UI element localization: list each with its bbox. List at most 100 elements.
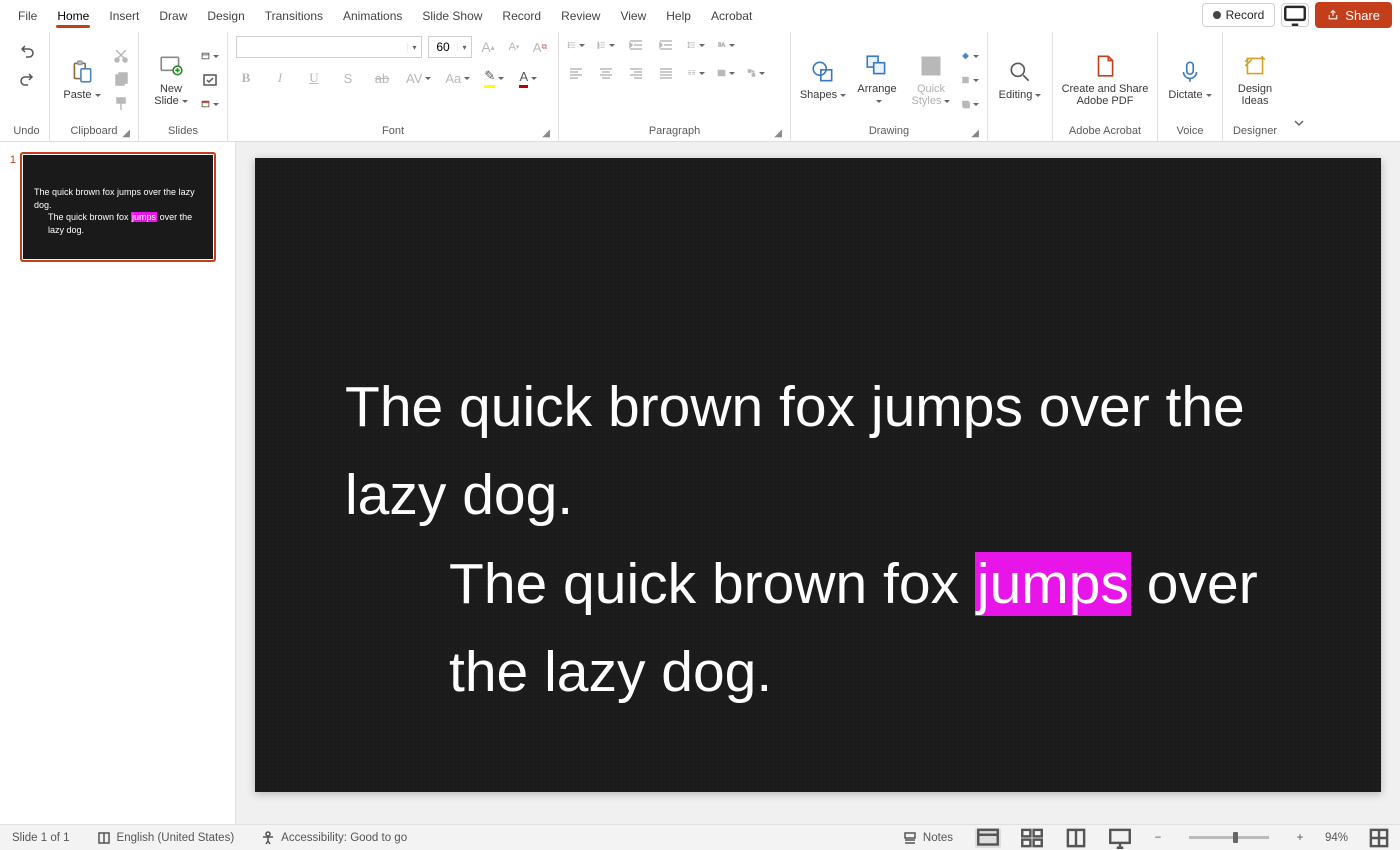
- create-share-pdf-button[interactable]: Create and Share Adobe PDF: [1061, 52, 1149, 107]
- tab-view[interactable]: View: [610, 3, 656, 27]
- reset-slide-button[interactable]: [201, 71, 219, 89]
- drawing-launcher-icon[interactable]: ◢: [971, 128, 979, 139]
- tab-file[interactable]: File: [8, 3, 47, 27]
- slide-text-box[interactable]: The quick brown fox jumps over the lazy …: [345, 363, 1321, 716]
- arrange-button[interactable]: Arrange: [853, 52, 901, 107]
- increase-font-button[interactable]: A▴: [478, 37, 498, 57]
- adobe-label: Create and Share Adobe PDF: [1062, 83, 1149, 107]
- layout-button[interactable]: [201, 47, 219, 65]
- increase-indent-button[interactable]: [657, 36, 675, 54]
- paste-button[interactable]: Paste: [58, 58, 106, 101]
- present-mode-button[interactable]: [1281, 3, 1309, 27]
- slide-thumbnail-1[interactable]: 1 The quick brown fox jumps over the laz…: [6, 152, 229, 262]
- chevron-down-icon: [1293, 117, 1305, 129]
- zoom-out-button[interactable]: −: [1151, 832, 1165, 844]
- font-size-input[interactable]: [429, 37, 457, 57]
- align-left-button[interactable]: [567, 64, 585, 82]
- tab-help[interactable]: Help: [656, 3, 701, 27]
- tab-transitions[interactable]: Transitions: [255, 3, 333, 27]
- record-button[interactable]: Record: [1202, 3, 1276, 27]
- tab-home[interactable]: Home: [47, 3, 99, 27]
- shapes-button[interactable]: Shapes: [799, 58, 847, 101]
- status-accessibility[interactable]: Accessibility: Good to go: [256, 828, 411, 848]
- align-text-button[interactable]: [717, 64, 735, 82]
- share-button[interactable]: Share: [1315, 2, 1392, 28]
- zoom-in-button[interactable]: +: [1293, 832, 1307, 844]
- change-case-button[interactable]: Aa: [445, 68, 470, 88]
- tab-acrobat[interactable]: Acrobat: [701, 3, 762, 27]
- clear-formatting-button[interactable]: A⧉: [530, 37, 550, 57]
- font-name-input[interactable]: [237, 37, 407, 57]
- highlight-color-button[interactable]: ✎: [484, 68, 504, 88]
- thumbnail-preview[interactable]: The quick brown fox jumps over the lazy …: [20, 152, 216, 262]
- line-spacing-button[interactable]: [687, 36, 705, 54]
- columns-button[interactable]: [687, 64, 705, 82]
- editing-button[interactable]: Editing: [996, 58, 1044, 101]
- section-button[interactable]: [201, 95, 219, 113]
- bullets-button[interactable]: [567, 36, 585, 54]
- tab-review[interactable]: Review: [551, 3, 610, 27]
- quick-styles-button[interactable]: Quick Styles: [907, 52, 955, 107]
- quick-styles-label: Quick Styles: [912, 83, 951, 107]
- tab-insert[interactable]: Insert: [99, 3, 149, 27]
- reading-view-button[interactable]: [1063, 828, 1089, 848]
- fit-to-window-button[interactable]: [1366, 828, 1392, 848]
- tab-slideshow[interactable]: Slide Show: [412, 3, 492, 27]
- shape-effects-button[interactable]: [961, 95, 979, 113]
- clipboard-launcher-icon[interactable]: ◢: [122, 128, 130, 139]
- text-direction-button[interactable]: IIA: [717, 36, 735, 54]
- redo-button[interactable]: [18, 70, 36, 88]
- slide-sorter-view-button[interactable]: [1019, 828, 1045, 848]
- dictate-button[interactable]: Dictate: [1166, 58, 1214, 101]
- tab-draw[interactable]: Draw: [149, 3, 197, 27]
- shadow-button[interactable]: S: [338, 68, 358, 88]
- copy-button[interactable]: [112, 71, 130, 89]
- smartart-button[interactable]: [747, 64, 765, 82]
- bold-button[interactable]: B: [236, 68, 256, 88]
- numbering-button[interactable]: 123: [597, 36, 615, 54]
- new-slide-label: New Slide: [154, 83, 187, 107]
- zoom-slider[interactable]: [1189, 836, 1269, 839]
- chevron-down-icon[interactable]: ▾: [457, 43, 471, 52]
- tab-animations[interactable]: Animations: [333, 3, 412, 27]
- decrease-indent-button[interactable]: [627, 36, 645, 54]
- normal-view-button[interactable]: [975, 828, 1001, 848]
- tab-record[interactable]: Record: [492, 3, 551, 27]
- align-right-button[interactable]: [627, 64, 645, 82]
- thumb-line2-pre: The quick brown fox: [48, 212, 131, 222]
- slideshow-view-button[interactable]: [1107, 828, 1133, 848]
- shape-outline-button[interactable]: [961, 71, 979, 89]
- slide[interactable]: The quick brown fox jumps over the lazy …: [255, 158, 1381, 792]
- slide-line2[interactable]: The quick brown fox jumps over the lazy …: [345, 540, 1321, 717]
- notes-button[interactable]: Notes: [898, 828, 957, 848]
- status-slide-count[interactable]: Slide 1 of 1: [8, 830, 74, 846]
- format-painter-button[interactable]: [112, 95, 130, 113]
- chevron-down-icon[interactable]: ▾: [407, 43, 421, 52]
- paragraph-launcher-icon[interactable]: ◢: [774, 128, 782, 139]
- decrease-font-button[interactable]: A▾: [504, 37, 524, 57]
- collapse-ribbon-button[interactable]: [1287, 32, 1311, 141]
- slide-canvas-area[interactable]: The quick brown fox jumps over the lazy …: [236, 142, 1400, 824]
- font-size-combo[interactable]: ▾: [428, 36, 472, 58]
- underline-button[interactable]: U: [304, 68, 324, 88]
- shape-fill-button[interactable]: [961, 47, 979, 65]
- font-launcher-icon[interactable]: ◢: [542, 128, 550, 139]
- justify-button[interactable]: [657, 64, 675, 82]
- italic-button[interactable]: I: [270, 68, 290, 88]
- strikethrough-button[interactable]: ab: [372, 68, 392, 88]
- char-spacing-button[interactable]: AV: [406, 68, 431, 88]
- design-ideas-button[interactable]: Design Ideas: [1231, 52, 1279, 107]
- new-slide-button[interactable]: New Slide: [147, 52, 195, 107]
- status-language[interactable]: English (United States): [92, 828, 239, 848]
- font-name-combo[interactable]: ▾: [236, 36, 422, 58]
- undo-button[interactable]: [18, 42, 36, 60]
- paste-icon: [68, 58, 96, 86]
- align-center-button[interactable]: [597, 64, 615, 82]
- group-label-adobe: Adobe Acrobat: [1061, 123, 1149, 139]
- cut-button[interactable]: [112, 47, 130, 65]
- thumbnail-pane[interactable]: 1 The quick brown fox jumps over the laz…: [0, 142, 236, 824]
- slide-line1[interactable]: The quick brown fox jumps over the lazy …: [345, 363, 1321, 540]
- zoom-level[interactable]: 94%: [1325, 832, 1348, 844]
- font-color-button[interactable]: A: [518, 68, 538, 88]
- tab-design[interactable]: Design: [197, 3, 254, 27]
